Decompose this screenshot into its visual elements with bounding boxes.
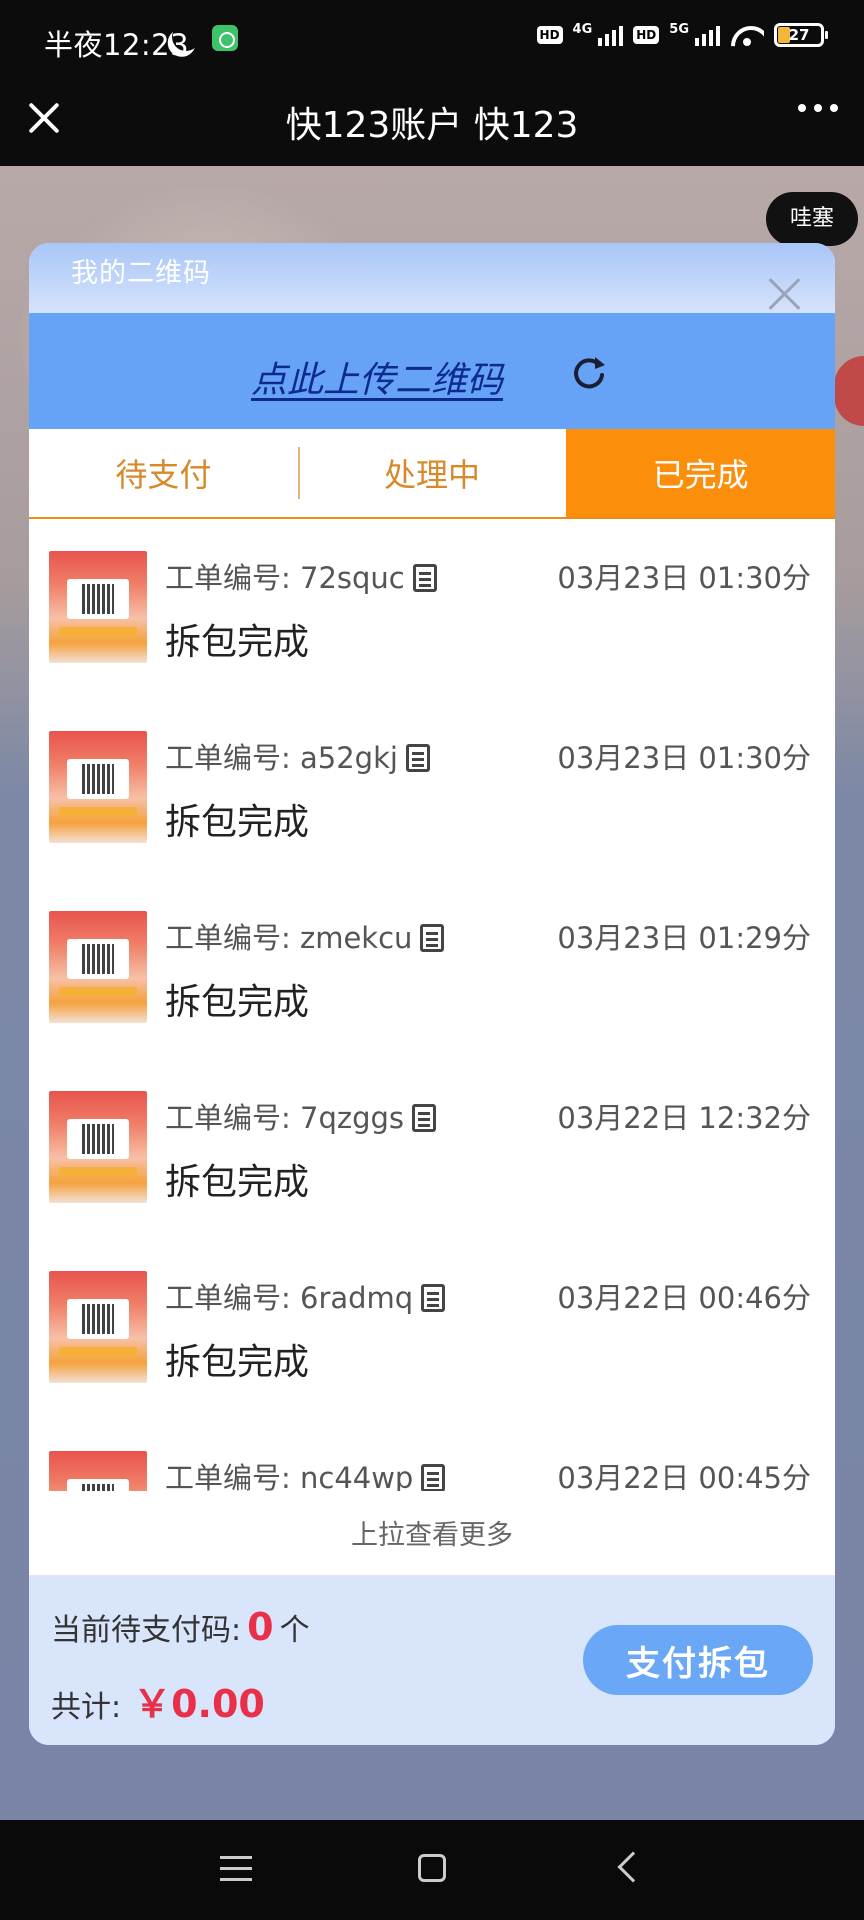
order-time: 03月22日 00:45分	[557, 1461, 811, 1491]
order-status: 拆包完成	[165, 1162, 310, 1203]
pending-unit: 个	[279, 1613, 310, 1648]
order-status: 拆包完成	[165, 1342, 310, 1383]
order-time: 03月22日 00:46分	[557, 1281, 811, 1315]
modal-title: 我的二维码	[71, 258, 211, 289]
status-indicators: HD 4G HD 5G 27	[536, 22, 828, 48]
qr-thumbnail	[49, 731, 147, 843]
qr-modal: 我的二维码 点此上传二维码 待支付 处理中 已完成 工单编号: 72squc 0…	[29, 243, 835, 1745]
order-id: 工单编号: a52gkj	[165, 735, 430, 777]
upload-banner: 点此上传二维码	[29, 313, 835, 429]
signal-icon	[695, 24, 720, 46]
title-bar: 快123账户 快123	[0, 78, 864, 166]
signal-icon	[598, 24, 624, 46]
status-bar: 半夜12:23 HD 4G HD 5G 27	[0, 0, 864, 78]
tab-processing[interactable]: 处理中	[297, 429, 567, 517]
copy-icon[interactable]	[412, 1104, 436, 1132]
order-time: 03月23日 01:30分	[557, 561, 811, 595]
qr-thumbnail	[49, 1271, 147, 1383]
copy-icon[interactable]	[421, 1284, 446, 1312]
battery-level: 27	[788, 26, 810, 44]
pending-label: 当前待支付码:	[51, 1613, 242, 1648]
qr-thumbnail	[49, 1091, 147, 1203]
back-icon[interactable]	[617, 1851, 649, 1883]
list-item[interactable]: 工单编号: 6radmq 03月22日 00:46分 拆包完成	[29, 1271, 835, 1451]
more-options-icon[interactable]	[798, 104, 838, 112]
qr-thumbnail	[49, 551, 147, 663]
status-tabs: 待支付 处理中 已完成	[29, 429, 835, 519]
copy-icon[interactable]	[405, 744, 430, 772]
network-type-label: 5G	[669, 22, 689, 37]
pending-summary: 当前待支付码: 0 个	[51, 1605, 310, 1649]
menu-icon[interactable]	[220, 1856, 252, 1882]
status-time: 半夜12:23	[44, 28, 190, 62]
copy-icon[interactable]	[420, 924, 445, 952]
load-more-hint: 上拉查看更多	[351, 1520, 513, 1551]
tab-completed[interactable]: 已完成	[566, 429, 835, 517]
page-title: 快123账户 快123	[285, 105, 579, 146]
order-time: 03月23日 01:30分	[557, 741, 811, 775]
total-summary: 共计: ￥0.00	[51, 1673, 265, 1728]
total-amount: ￥0.00	[133, 1682, 265, 1726]
hd-badge: HD	[536, 26, 563, 44]
order-id: 工单编号: 6radmq	[165, 1275, 446, 1317]
home-icon[interactable]	[418, 1854, 446, 1882]
order-time: 03月23日 01:29分	[557, 921, 811, 955]
tab-pending-payment[interactable]: 待支付	[29, 429, 298, 517]
close-icon[interactable]	[767, 277, 801, 311]
upload-qr-link[interactable]: 点此上传二维码	[251, 351, 503, 403]
list-item[interactable]: 工单编号: 7qzggs 03月22日 12:32分 拆包完成	[29, 1091, 835, 1271]
copy-icon[interactable]	[412, 564, 437, 592]
hd-badge: HD	[633, 26, 660, 44]
pay-unpack-button[interactable]: 支付拆包	[583, 1625, 813, 1695]
order-id: 工单编号: 7qzggs	[165, 1095, 436, 1137]
background-decoration	[834, 356, 864, 426]
modal-header: 我的二维码	[29, 243, 835, 313]
list-item[interactable]: 工单编号: zmekcu 03月23日 01:29分 拆包完成	[29, 911, 835, 1091]
order-status: 拆包完成	[165, 802, 310, 843]
order-list[interactable]: 工单编号: 72squc 03月23日 01:30分 拆包完成 工单编号: a5…	[29, 521, 835, 1491]
battery-icon: 27	[774, 23, 828, 47]
list-item[interactable]: 工单编号: nc44wp 03月22日 00:45分	[29, 1451, 835, 1491]
qr-thumbnail	[49, 1451, 147, 1491]
background-pill: 哇塞	[766, 192, 858, 246]
pending-count: 0	[247, 1605, 274, 1649]
wifi-icon	[730, 22, 764, 48]
order-id: 工单编号: zmekcu	[165, 915, 445, 957]
order-time: 03月22日 12:32分	[557, 1101, 811, 1135]
order-status: 拆包完成	[165, 622, 310, 663]
list-item[interactable]: 工单编号: a52gkj 03月23日 01:30分 拆包完成	[29, 731, 835, 911]
refresh-icon[interactable]	[569, 353, 609, 393]
payment-footer: 当前待支付码: 0 个 共计: ￥0.00 支付拆包	[29, 1575, 835, 1745]
order-id: 工单编号: nc44wp	[165, 1455, 446, 1491]
copy-icon[interactable]	[421, 1464, 446, 1491]
network-type-label: 4G	[572, 22, 593, 37]
list-item[interactable]: 工单编号: 72squc 03月23日 01:30分 拆包完成	[29, 551, 835, 731]
total-label: 共计:	[51, 1690, 122, 1725]
system-nav-bar	[0, 1820, 864, 1920]
order-id: 工单编号: 72squc	[165, 555, 437, 597]
qr-thumbnail	[49, 911, 147, 1023]
app-notification-icon	[212, 25, 238, 51]
order-status: 拆包完成	[165, 982, 310, 1023]
